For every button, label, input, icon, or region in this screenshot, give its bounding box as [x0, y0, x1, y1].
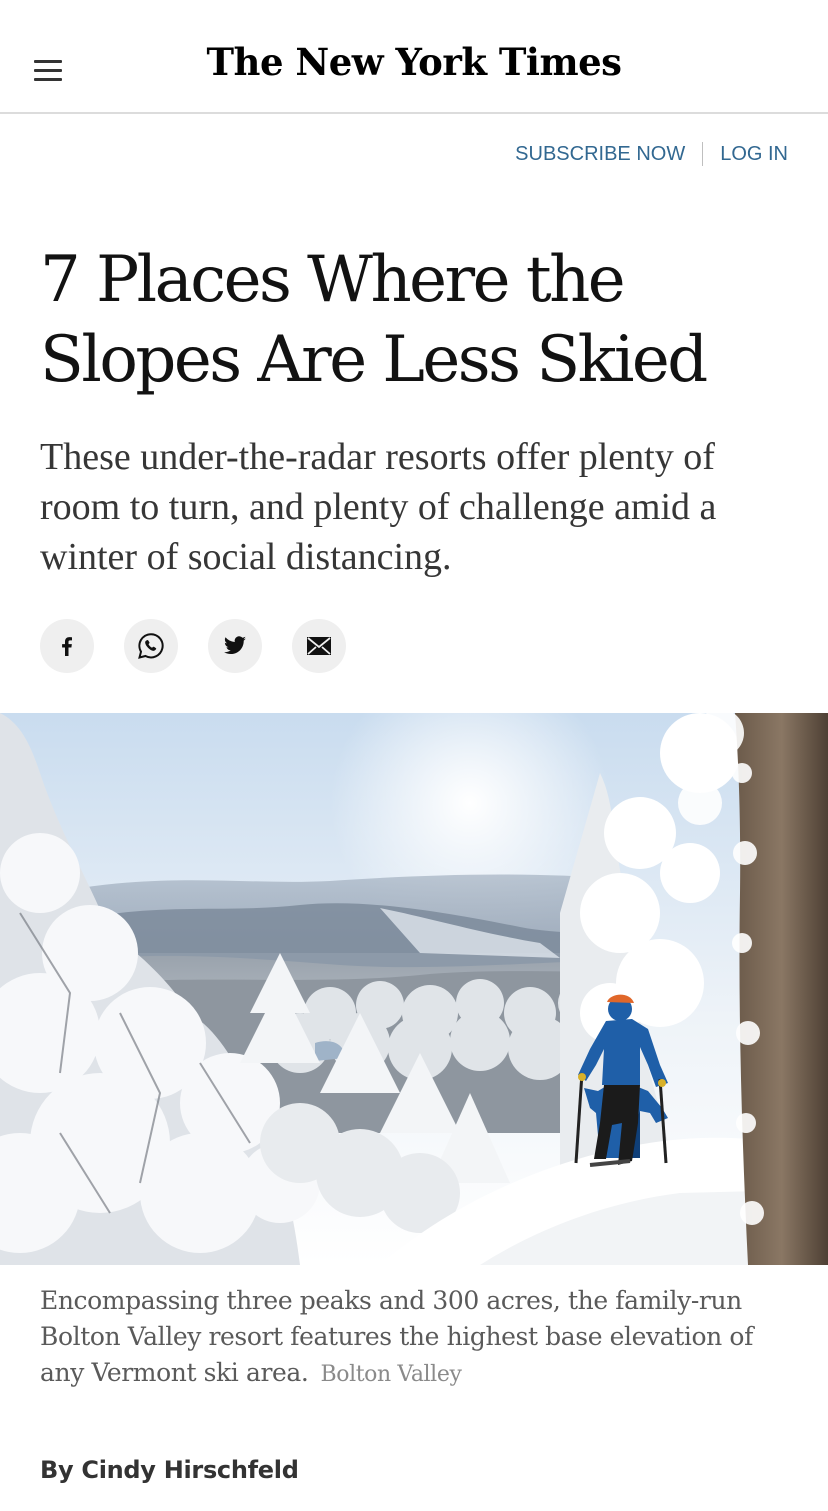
twitter-icon — [224, 636, 246, 655]
image-caption: Encompassing three peaks and 300 acres, … — [40, 1283, 800, 1393]
facebook-icon — [62, 637, 72, 656]
headline-line-2: Slopes Are Less Skied — [40, 323, 708, 397]
email-icon — [307, 637, 331, 655]
whatsapp-icon — [138, 633, 164, 659]
share-twitter-button[interactable] — [208, 619, 262, 673]
divider — [702, 142, 704, 166]
share-email-button[interactable] — [292, 619, 346, 673]
account-links: SUBSCRIBE NOW LOG IN — [515, 140, 788, 168]
article-headline: 7 Places Where the Slopes Are Less Skied — [40, 240, 800, 400]
ski-scene-illustration — [0, 713, 828, 1265]
byline: By Cindy Hirschfeld — [40, 1456, 299, 1484]
share-toolbar — [40, 619, 346, 673]
share-whatsapp-button[interactable] — [124, 619, 178, 673]
headline-line-1: 7 Places Where the — [40, 243, 626, 317]
subscribe-now-link[interactable]: SUBSCRIBE NOW — [515, 143, 685, 166]
hero-image — [0, 713, 828, 1265]
photo-credit: Bolton Valley — [320, 1362, 462, 1387]
log-in-link[interactable]: LOG IN — [720, 143, 788, 166]
nyt-logo[interactable]: The New York Times — [0, 40, 828, 84]
masthead: The New York Times — [0, 0, 828, 114]
share-facebook-button[interactable] — [40, 619, 94, 673]
article-summary: These under-the-radar resorts offer plen… — [40, 436, 717, 578]
